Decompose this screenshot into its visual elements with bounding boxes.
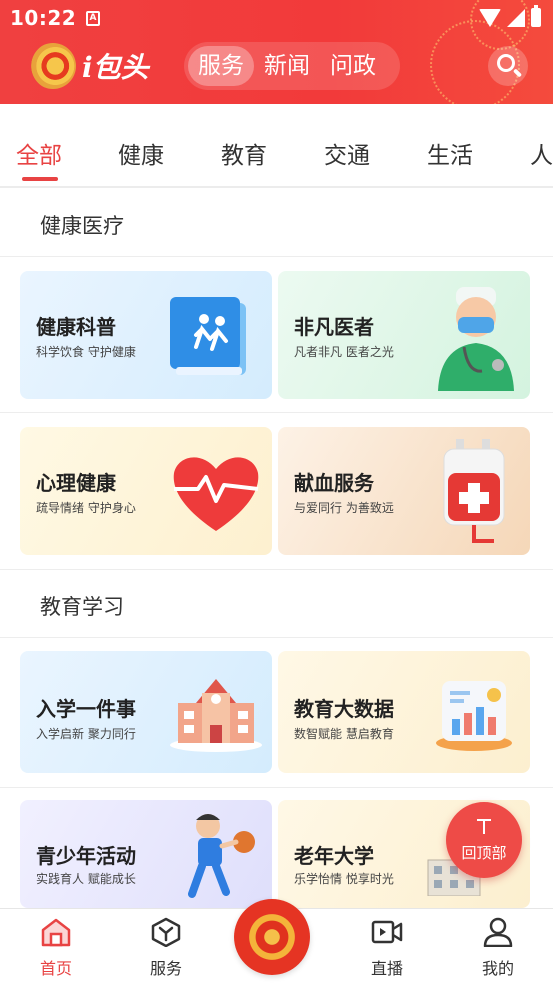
card-blood-donation[interactable]: 献血服务 与爱同行 为善致远 — [278, 427, 530, 555]
back-to-top-button[interactable]: 回顶部 — [446, 802, 522, 878]
category-health[interactable]: 健康 — [118, 136, 164, 170]
status-icons — [479, 5, 541, 27]
card-title: 健康科普 — [36, 315, 116, 339]
card-doctors[interactable]: 非凡医者 凡者非凡 医者之光 — [278, 271, 530, 399]
category-life[interactable]: 生活 — [427, 136, 473, 170]
status-time: 10:22 — [10, 6, 77, 30]
card-title: 入学一件事 — [36, 697, 136, 721]
top-tab-bar: 服务 新闻 问政 — [184, 42, 400, 90]
search-button[interactable] — [488, 46, 528, 86]
card-subtitle: 数智赋能 慧启教育 — [294, 727, 394, 741]
search-icon — [497, 54, 515, 72]
nav-label: 我的 — [481, 959, 514, 978]
center-logo-button[interactable] — [234, 899, 310, 975]
data-chart-icon — [436, 681, 512, 751]
category-all[interactable]: 全部 — [16, 136, 62, 170]
nav-home[interactable]: 首页 — [16, 909, 96, 984]
school-building-icon — [170, 679, 262, 752]
card-title: 青少年活动 — [36, 844, 136, 868]
status-bar: 10:22 A — [0, 0, 553, 34]
category-education[interactable]: 教育 — [221, 136, 267, 170]
divider — [0, 787, 553, 788]
service-cube-icon — [151, 917, 181, 947]
app-logo[interactable]: i包头 — [30, 42, 160, 90]
back-to-top-label: 回顶部 — [461, 844, 507, 862]
nav-service[interactable]: 服务 — [126, 909, 206, 984]
category-traffic[interactable]: 交通 — [324, 136, 370, 170]
tab-service[interactable]: 服务 — [188, 46, 254, 86]
book-icon — [170, 297, 246, 375]
home-icon — [41, 918, 71, 947]
basketball-player-icon — [188, 814, 255, 898]
card-mental-health[interactable]: 心理健康 疏导情绪 守护身心 — [20, 427, 272, 555]
card-subtitle: 入学启新 聚力同行 — [36, 727, 136, 741]
card-title: 老年大学 — [294, 844, 374, 868]
search-icon-handle — [512, 68, 523, 78]
tab-news[interactable]: 新闻 — [254, 46, 320, 86]
doctor-icon — [438, 287, 514, 391]
arrow-up-icon — [476, 818, 492, 834]
wifi-icon — [479, 8, 501, 27]
card-subtitle: 与爱同行 为善致远 — [294, 501, 394, 515]
card-school-enrollment[interactable]: 入学一件事 入学启新 聚力同行 — [20, 651, 272, 773]
app-header: 10:22 A i包头 服务 新闻 问政 — [0, 0, 553, 104]
category-tabs: 全部 健康 教育 交通 生活 人 — [0, 118, 553, 188]
nav-label: 服务 — [149, 959, 182, 978]
signal-icon — [507, 8, 525, 27]
logo-text: i包头 — [82, 51, 149, 84]
card-title: 心理健康 — [36, 471, 116, 495]
card-subtitle: 科学饮食 守护健康 — [36, 345, 136, 359]
section-title-health: 健康医疗 — [40, 214, 124, 238]
blood-bag-icon — [443, 439, 505, 543]
card-subtitle: 实践育人 赋能成长 — [36, 872, 136, 886]
divider — [0, 412, 553, 413]
card-youth-activities[interactable]: 青少年活动 实践育人 赋能成长 — [20, 800, 272, 908]
nav-label: 首页 — [39, 959, 72, 978]
divider — [0, 256, 553, 257]
heart-icon — [173, 457, 259, 531]
card-title: 教育大数据 — [294, 697, 394, 721]
battery-icon — [531, 5, 541, 27]
tab-inquiry[interactable]: 问政 — [320, 46, 386, 86]
card-education-bigdata[interactable]: 教育大数据 数智赋能 慧启教育 — [278, 651, 530, 773]
category-people[interactable]: 人 — [530, 136, 553, 170]
category-active-indicator — [22, 177, 58, 181]
card-title: 非凡医者 — [294, 315, 374, 339]
divider — [0, 569, 553, 570]
logo-swirl-icon — [30, 43, 76, 89]
card-title: 献血服务 — [294, 471, 374, 495]
nav-label: 直播 — [370, 959, 403, 978]
card-subtitle: 凡者非凡 医者之光 — [294, 345, 394, 359]
notification-icon: A — [86, 11, 100, 26]
user-icon — [483, 917, 513, 947]
card-subtitle: 乐学怡情 悦享时光 — [294, 872, 394, 886]
nav-mine[interactable]: 我的 — [458, 909, 538, 984]
live-video-icon — [371, 920, 403, 944]
divider — [0, 637, 553, 638]
bottom-nav: 首页 服务 直播 我的 — [0, 899, 553, 984]
card-health-science[interactable]: 健康科普 科学饮食 守护健康 — [20, 271, 272, 399]
card-subtitle: 疏导情绪 守护身心 — [36, 501, 136, 515]
section-title-education: 教育学习 — [40, 595, 124, 619]
nav-live[interactable]: 直播 — [347, 909, 427, 984]
